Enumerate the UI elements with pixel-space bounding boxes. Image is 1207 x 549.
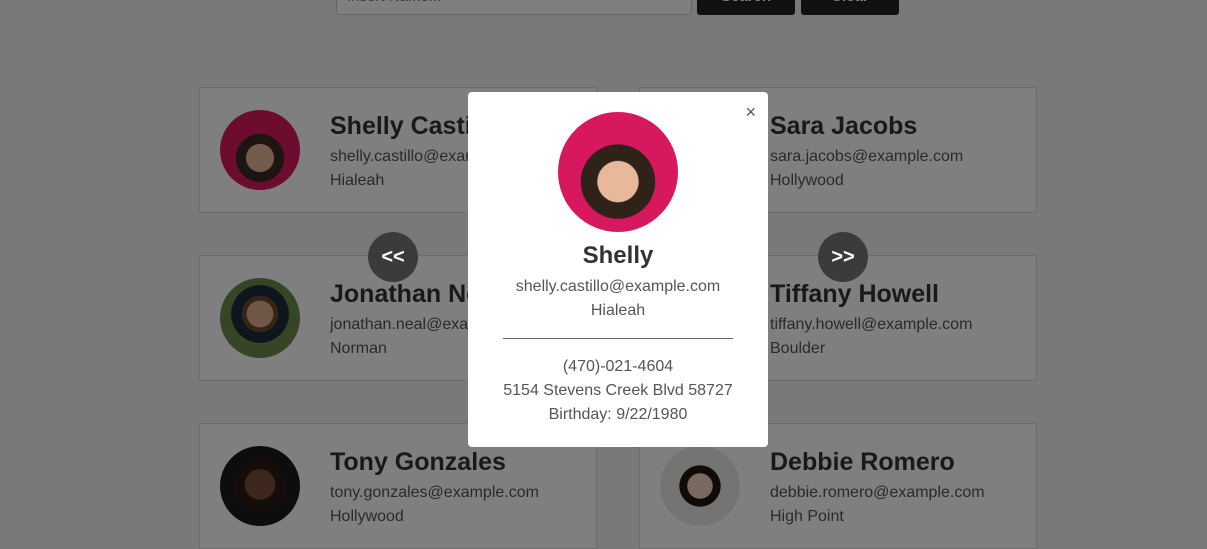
next-employee-button[interactable]: >>	[818, 232, 868, 282]
modal-city: Hialeah	[590, 302, 646, 319]
modal-name: Shelly	[582, 242, 654, 269]
modal-email: shelly.castillo@example.com	[515, 278, 721, 295]
avatar	[558, 112, 678, 232]
modal-phone: (470)-021-4604	[562, 358, 674, 375]
employee-directory-page: Search Clear Shelly Castillo shelly.cast…	[0, 0, 1207, 549]
previous-employee-button[interactable]: <<	[368, 232, 418, 282]
employee-detail-modal: × Shelly shelly.castillo@example.com Hia…	[468, 92, 768, 447]
close-icon[interactable]: ×	[745, 102, 756, 122]
modal-address: 5154 Stevens Creek Blvd 58727	[503, 382, 733, 399]
modal-birthday: Birthday: 9/22/1980	[548, 406, 688, 423]
divider	[503, 338, 733, 339]
